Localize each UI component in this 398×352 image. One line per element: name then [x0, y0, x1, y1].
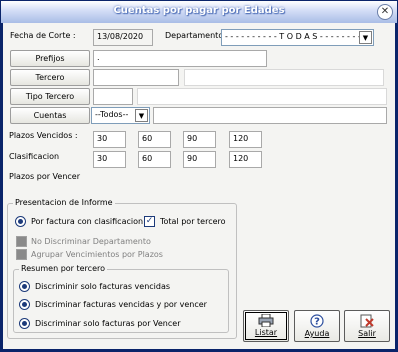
clasificacion-input-4[interactable]: 120	[229, 151, 262, 168]
agrupar-checkbox[interactable]	[16, 249, 27, 260]
salir-label: Salir	[358, 329, 376, 338]
vencidos-input-3[interactable]: 90	[183, 131, 216, 148]
no-discriminar-label: No Discriminar Departamento	[31, 237, 151, 246]
total-tercero-label: Total por tercero	[160, 217, 226, 226]
listar-label: Listar	[254, 328, 278, 337]
resumen-title: Resumen por tercero	[19, 264, 107, 273]
prefijos-field[interactable]: .	[93, 50, 267, 67]
resumen-radio-por-vencer[interactable]	[19, 318, 30, 329]
resumen-option-vencidas-por-vencer: Discriminar facturas vencidas y por venc…	[35, 300, 207, 309]
plazos-por-vencer-label: Plazos por Vencer	[9, 172, 81, 181]
cuentas-select[interactable]: --Todos-- ▼	[91, 107, 150, 124]
por-factura-label: Por factura con clasificacion	[31, 217, 144, 226]
clasificacion-input-1[interactable]: 30	[93, 151, 126, 168]
resumen-radio-vencidas[interactable]	[19, 281, 30, 292]
close-button[interactable]: ✕	[377, 4, 393, 20]
fecha-corte-field[interactable]: 13/08/2020	[93, 29, 153, 46]
tercero-button[interactable]: Tercero	[10, 69, 90, 86]
departamento-value: - - - - - - - - - - T O D A S - - - - - …	[225, 32, 372, 41]
total-tercero-checkbox[interactable]: ✓	[144, 216, 155, 227]
dialog-body: Fecha de Corte : 13/08/2020 Departamento…	[3, 23, 395, 349]
window-title: Cuentas por pagar por Edades	[113, 5, 285, 16]
cuentas-field[interactable]	[153, 107, 387, 124]
chevron-down-icon[interactable]: ▼	[359, 31, 372, 44]
listar-button[interactable]: Listar	[243, 310, 289, 342]
resumen-option-por-vencer: Discriminar solo facturas por Vencer	[35, 319, 181, 328]
exit-icon	[360, 314, 374, 328]
tipo-tercero-name-field[interactable]	[137, 88, 387, 105]
tercero-name-field[interactable]	[184, 69, 384, 86]
no-discriminar-checkbox[interactable]	[16, 236, 27, 247]
printer-icon	[258, 314, 274, 327]
chevron-down-icon[interactable]: ▼	[135, 109, 148, 122]
salir-button[interactable]: Salir	[344, 310, 390, 342]
resumen-radio-vencidas-por-vencer[interactable]	[19, 299, 30, 310]
tipo-tercero-button[interactable]: Tipo Tercero	[10, 88, 90, 105]
svg-text:?: ?	[314, 317, 320, 328]
resumen-option-vencidas: Discriminir solo facturas vencidas	[35, 282, 171, 291]
plazos-vencidos-label: Plazos Vencidos :	[9, 131, 78, 140]
agrupar-label: Agrupar Vencimientos por Plazos	[31, 250, 163, 259]
clasificacion-input-3[interactable]: 90	[183, 151, 216, 168]
departamento-label: Departamento:	[165, 31, 226, 40]
title-bar[interactable]: Cuentas por pagar por Edades ✕	[1, 1, 397, 23]
prefijos-button[interactable]: Prefijos	[10, 50, 90, 67]
vencidos-input-2[interactable]: 60	[138, 131, 171, 148]
clasificacion-input-2[interactable]: 60	[138, 151, 171, 168]
tipo-tercero-code-field[interactable]	[93, 88, 133, 105]
tercero-code-field[interactable]	[93, 69, 179, 86]
vencidos-input-1[interactable]: 30	[93, 131, 126, 148]
clasificacion-label: Clasificacion	[9, 152, 60, 161]
vencidos-input-4[interactable]: 120	[229, 131, 262, 148]
fecha-corte-label: Fecha de Corte :	[10, 31, 76, 40]
ayuda-button[interactable]: ? Ayuda	[294, 310, 340, 342]
help-icon: ?	[310, 314, 324, 328]
departamento-select[interactable]: - - - - - - - - - - T O D A S - - - - - …	[221, 29, 374, 46]
por-factura-radio[interactable]	[15, 216, 26, 227]
dialog-window: Cuentas por pagar por Edades ✕ Fecha de …	[0, 0, 398, 352]
ayuda-label: Ayuda	[304, 329, 330, 338]
cuentas-select-value: --Todos--	[95, 110, 129, 119]
cuentas-button[interactable]: Cuentas	[10, 107, 90, 124]
presentacion-title: Presentacion de Informe	[13, 198, 115, 207]
